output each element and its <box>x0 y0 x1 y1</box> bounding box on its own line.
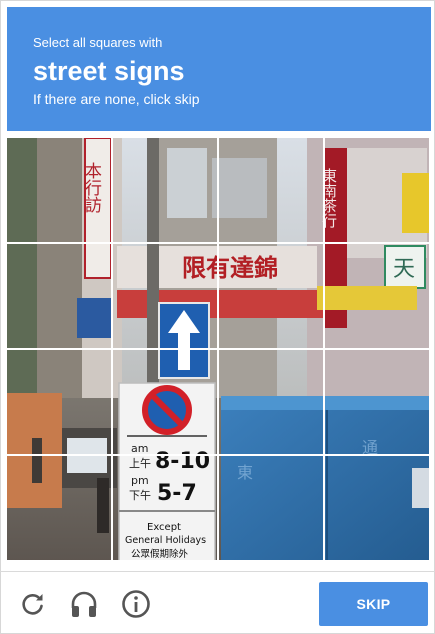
svg-text:pm: pm <box>131 474 149 487</box>
image-tile-r3-c3[interactable]: 限有達錦 本行訪 東南茶行 天 am 上午 8-10 pm 下午 5-7 Exc… <box>219 350 323 454</box>
svg-text:上午: 上午 <box>129 457 151 470</box>
footer-divider <box>0 571 435 572</box>
svg-text:通: 通 <box>362 438 378 454</box>
svg-text:公眾假期除外: 公眾假期除外 <box>131 548 189 560</box>
image-tile-r2-c4[interactable]: 限有達錦 本行訪 東南茶行 天 am 上午 8-10 pm 下午 5-7 Exc… <box>325 244 429 348</box>
image-tile-r1-c3[interactable]: 限有達錦 本行訪 東南茶行 天 am 上午 8-10 pm 下午 5-7 Exc… <box>219 138 323 242</box>
challenge-instruction: Select all squares with <box>33 35 163 50</box>
svg-text:東南茶行: 東南茶行 <box>320 168 323 229</box>
skip-button[interactable]: SKIP <box>319 582 428 626</box>
image-grid: 限有達錦 本行訪 東南茶行 天 am 上午 8-10 pm 下午 5-7 Exc… <box>7 138 431 562</box>
challenge-target: street signs <box>33 56 185 86</box>
svg-text:限有達錦: 限有達錦 <box>182 254 217 282</box>
image-tile-r3-c1[interactable]: 限有達錦 本行訪 東南茶行 天 am 上午 8-10 pm 下午 5-7 Exc… <box>7 350 111 454</box>
image-tile-r4-c4[interactable]: 限有達錦 本行訪 東南茶行 天 am 上午 8-10 pm 下午 5-7 Exc… <box>325 456 429 560</box>
svg-text:Except: Except <box>147 522 181 533</box>
svg-text:通: 通 <box>362 456 378 457</box>
info-icon[interactable] <box>120 588 152 620</box>
image-tile-r1-c2[interactable]: 限有達錦 本行訪 東南茶行 天 am 上午 8-10 pm 下午 5-7 Exc… <box>113 138 217 242</box>
svg-text:8-10: 8-10 <box>155 456 210 474</box>
image-tile-r1-c1[interactable]: 限有達錦 本行訪 東南茶行 天 am 上午 8-10 pm 下午 5-7 Exc… <box>7 138 111 242</box>
svg-text:5-7: 5-7 <box>157 481 197 506</box>
challenge-header: Select all squares with street signs If … <box>7 7 431 131</box>
headphones-icon[interactable] <box>68 588 100 620</box>
svg-text:am: am <box>131 442 148 454</box>
image-tile-r3-c4[interactable]: 限有達錦 本行訪 東南茶行 天 am 上午 8-10 pm 下午 5-7 Exc… <box>325 350 429 454</box>
image-tile-r2-c3[interactable]: 限有達錦 本行訪 東南茶行 天 am 上午 8-10 pm 下午 5-7 Exc… <box>219 244 323 348</box>
reload-icon[interactable] <box>17 588 49 620</box>
svg-text:天: 天 <box>393 257 415 282</box>
image-tile-r3-c2[interactable]: 限有達錦 本行訪 東南茶行 天 am 上午 8-10 pm 下午 5-7 Exc… <box>113 350 217 454</box>
challenge-hint: If there are none, click skip <box>33 91 200 107</box>
svg-text:本行訪: 本行訪 <box>81 162 102 214</box>
svg-text:東: 東 <box>237 463 253 482</box>
svg-text:8-10: 8-10 <box>155 449 210 454</box>
image-tile-r1-c4[interactable]: 限有達錦 本行訪 東南茶行 天 am 上午 8-10 pm 下午 5-7 Exc… <box>325 138 429 242</box>
image-tile-r4-c3[interactable]: 限有達錦 本行訪 東南茶行 天 am 上午 8-10 pm 下午 5-7 Exc… <box>219 456 323 560</box>
svg-text:東南茶行: 東南茶行 <box>325 168 338 229</box>
svg-text:下午: 下午 <box>129 489 151 502</box>
image-tile-r2-c2[interactable]: 限有達錦 本行訪 東南茶行 天 am 上午 8-10 pm 下午 5-7 Exc… <box>113 244 217 348</box>
image-tile-r2-c1[interactable]: 限有達錦 本行訪 東南茶行 天 am 上午 8-10 pm 下午 5-7 Exc… <box>7 244 111 348</box>
svg-text:General Holidays: General Holidays <box>125 535 206 546</box>
image-tile-r4-c1[interactable]: 限有達錦 本行訪 東南茶行 天 am 上午 8-10 pm 下午 5-7 Exc… <box>7 456 111 560</box>
svg-text:限有達錦: 限有達錦 <box>219 254 278 282</box>
image-tile-r4-c2[interactable]: 限有達錦 本行訪 東南茶行 天 am 上午 8-10 pm 下午 5-7 Exc… <box>113 456 217 560</box>
